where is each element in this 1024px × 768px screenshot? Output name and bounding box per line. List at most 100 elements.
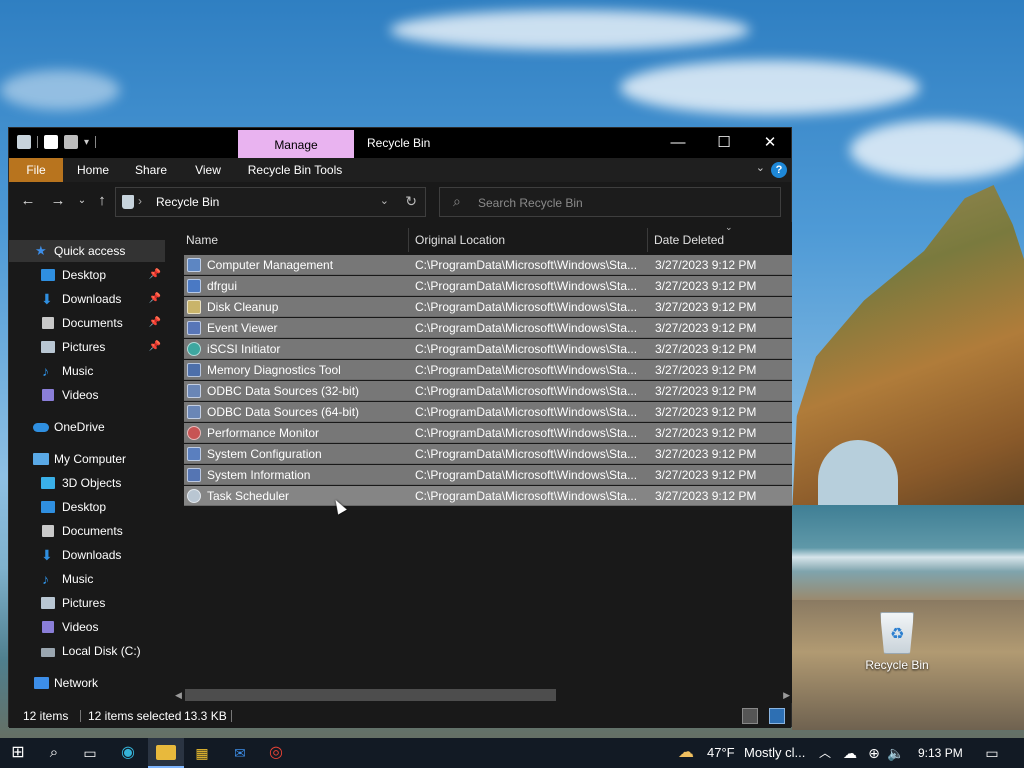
network-globe-icon[interactable]: ⊕ <box>864 743 884 763</box>
address-bar[interactable]: › Recycle Bin ⌄ ↻ <box>115 187 426 217</box>
table-row[interactable]: Memory Diagnostics Tool C:\ProgramData\M… <box>184 360 792 380</box>
notifications-icon[interactable]: ▭ <box>982 743 1002 763</box>
table-row[interactable]: Disk Cleanup C:\ProgramData\Microsoft\Wi… <box>184 297 792 317</box>
table-row[interactable]: Computer Management C:\ProgramData\Micro… <box>184 255 792 275</box>
pin-icon[interactable]: 📌 <box>149 264 161 286</box>
table-row[interactable]: Performance Monitor C:\ProgramData\Micro… <box>184 423 792 443</box>
pin-icon[interactable]: 📌 <box>149 288 161 310</box>
column-header-date-deleted[interactable]: Date Deleted <box>654 228 724 252</box>
sidebar-item-local-disk[interactable]: Local Disk (C:) <box>9 640 165 662</box>
sidebar-item-pictures-pc[interactable]: Pictures <box>9 592 165 614</box>
customize-qat-icon[interactable]: ▾ <box>84 137 89 148</box>
details-view-icon[interactable] <box>742 708 758 724</box>
file-location: C:\ProgramData\Microsoft\Windows\Sta... <box>415 426 638 440</box>
table-row[interactable]: iSCSI Initiator C:\ProgramData\Microsoft… <box>184 339 792 359</box>
table-row[interactable]: Task Scheduler C:\ProgramData\Microsoft\… <box>184 486 792 506</box>
new-folder-icon[interactable] <box>64 135 78 149</box>
tab-recycle-bin-tools[interactable]: Recycle Bin Tools <box>245 158 345 182</box>
sidebar-item-desktop-pc[interactable]: Desktop <box>9 496 165 518</box>
scroll-right-icon[interactable]: ▶ <box>783 687 790 703</box>
mail-icon[interactable]: ✉ <box>230 743 250 763</box>
table-row[interactable]: ODBC Data Sources (64-bit) C:\ProgramDat… <box>184 402 792 422</box>
sidebar-item-downloads-pc[interactable]: ⬇ Downloads <box>9 544 165 566</box>
table-row[interactable]: System Information C:\ProgramData\Micros… <box>184 465 792 485</box>
divider <box>95 136 97 148</box>
sidebar-item-documents[interactable]: Documents 📌 <box>9 312 165 334</box>
scrollbar-thumb[interactable] <box>185 689 556 701</box>
sidebar-item-desktop[interactable]: Desktop 📌 <box>9 264 165 286</box>
minimize-button[interactable]: — <box>655 128 701 158</box>
desktop-icon <box>41 269 55 281</box>
pin-icon[interactable]: 📌 <box>149 336 161 358</box>
file-name: Task Scheduler <box>207 489 290 503</box>
volume-icon[interactable]: 🔈 <box>886 743 906 763</box>
sidebar-item-quick-access[interactable]: ★ Quick access <box>9 240 165 262</box>
search-input[interactable] <box>478 194 768 212</box>
weather-description[interactable]: Mostly cl... <box>744 745 805 760</box>
sidebar-item-network[interactable]: Network <box>9 672 165 694</box>
properties-icon[interactable] <box>44 135 58 149</box>
chrome-icon[interactable]: ◎ <box>266 743 286 763</box>
up-icon[interactable]: ↑ <box>93 192 111 209</box>
expand-ribbon-icon[interactable]: ⌄ <box>756 161 765 174</box>
forward-icon[interactable]: → <box>49 192 67 209</box>
column-header-name[interactable]: Name <box>186 228 218 252</box>
column-header-original-location[interactable]: Original Location <box>415 228 505 252</box>
tab-view[interactable]: View <box>187 158 229 182</box>
search-icon[interactable]: ⌕ <box>44 743 64 763</box>
horizontal-scrollbar[interactable]: ◀ ▶ <box>173 687 792 703</box>
tab-share[interactable]: Share <box>129 158 173 182</box>
sidebar-item-pictures[interactable]: Pictures 📌 <box>9 336 165 358</box>
edge-icon[interactable]: ◉ <box>118 743 138 763</box>
clock[interactable]: 9:13 PM <box>918 746 963 760</box>
scroll-left-icon[interactable]: ◀ <box>175 687 182 703</box>
column-divider[interactable] <box>408 228 409 252</box>
sidebar-item-my-computer[interactable]: My Computer <box>9 448 165 470</box>
chevron-up-icon[interactable]: ︿ <box>815 743 835 763</box>
back-icon[interactable]: ← <box>19 192 37 209</box>
sidebar-item-videos-pc[interactable]: Videos <box>9 616 165 638</box>
pin-icon[interactable]: 📌 <box>149 312 161 334</box>
file-list: Name Original Location Date Deleted ⌄ Co… <box>173 222 792 702</box>
breadcrumb[interactable]: Recycle Bin <box>156 195 219 209</box>
file-explorer-taskbar-button[interactable] <box>148 738 184 768</box>
recent-locations-icon[interactable]: ⌄ <box>73 195 91 206</box>
weather-icon[interactable]: ☁ <box>676 743 696 763</box>
column-divider[interactable] <box>647 228 648 252</box>
tab-file[interactable]: File <box>9 158 63 182</box>
weather-temperature[interactable]: 47°F <box>707 745 735 760</box>
selected-count: 12 items selected <box>88 709 182 723</box>
table-row[interactable]: Event Viewer C:\ProgramData\Microsoft\Wi… <box>184 318 792 338</box>
desktop-recycle-bin[interactable]: ♻ Recycle Bin <box>858 612 936 672</box>
maximize-button[interactable]: ☐ <box>701 128 747 158</box>
refresh-icon[interactable]: ↻ <box>405 193 417 210</box>
recycle-bin-icon[interactable] <box>17 135 31 149</box>
file-date: 3/27/2023 9:12 PM <box>655 468 757 482</box>
table-row[interactable]: dfrgui C:\ProgramData\Microsoft\Windows\… <box>184 276 792 296</box>
music-icon: ♪ <box>42 363 49 379</box>
tab-home[interactable]: Home <box>71 158 115 182</box>
search-box[interactable]: ⌕ <box>439 187 781 217</box>
close-button[interactable]: ✕ <box>747 128 793 158</box>
sidebar-item-music[interactable]: ♪ Music <box>9 360 165 382</box>
sidebar-item-documents-pc[interactable]: Documents <box>9 520 165 542</box>
title-bar[interactable]: ▾ Manage Recycle Bin — ☐ ✕ <box>9 128 791 158</box>
tab-manage[interactable]: Manage <box>238 130 354 158</box>
address-dropdown-icon[interactable]: ⌄ <box>380 194 389 207</box>
table-row[interactable]: System Configuration C:\ProgramData\Micr… <box>184 444 792 464</box>
sidebar-item-3d-objects[interactable]: 3D Objects <box>9 472 165 494</box>
table-row[interactable]: ODBC Data Sources (32-bit) C:\ProgramDat… <box>184 381 792 401</box>
sidebar-item-onedrive[interactable]: OneDrive <box>9 416 165 438</box>
task-view-icon[interactable]: ▭ <box>80 743 100 763</box>
sidebar-item-videos[interactable]: Videos <box>9 384 165 406</box>
windows-start-icon[interactable]: ⊞ <box>8 743 28 763</box>
help-icon[interactable]: ? <box>771 162 787 178</box>
sidebar-item-downloads[interactable]: ⬇ Downloads 📌 <box>9 288 165 310</box>
file-name: Performance Monitor <box>207 426 320 440</box>
large-icons-view-icon[interactable] <box>769 708 785 724</box>
sidebar-item-label: Videos <box>62 388 99 402</box>
item-count: 12 items <box>23 709 69 723</box>
onedrive-icon[interactable]: ☁ <box>840 743 860 763</box>
store-icon[interactable]: ▦ <box>192 743 212 763</box>
sidebar-item-music-pc[interactable]: ♪ Music <box>9 568 165 590</box>
